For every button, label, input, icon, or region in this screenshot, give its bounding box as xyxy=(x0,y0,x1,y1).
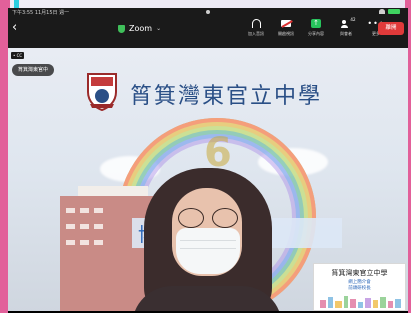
participants-label: 與會者 xyxy=(340,31,352,36)
building-window xyxy=(80,208,89,213)
building-window xyxy=(94,240,103,245)
toolbar-buttons: 加入音訊 開啟視訊 ↑ 分享內容 42 與會者 ••• 更多 xyxy=(244,16,388,37)
participants-button[interactable]: 42 與會者 xyxy=(334,16,358,37)
start-video-label: 開啟視訊 xyxy=(278,31,294,36)
building-window xyxy=(80,224,89,229)
card-school-name: 筲箕灣東官立中學 xyxy=(331,269,388,277)
zoom-window: 下午3:55 11月15日 週一 ‹ Zoom ⌄ 加入音訊 開啟視訊 ↑ 分享… xyxy=(8,8,408,313)
closed-caption-tag[interactable]: • CC xyxy=(11,52,25,59)
school-crest-logo xyxy=(87,73,117,112)
active-speaker-video[interactable]: • CC 筲箕灣東官中 筲箕灣東官立中學 6 博 識 彩 xyxy=(8,48,408,313)
chevron-down-icon: ⌄ xyxy=(156,25,162,32)
status-dot xyxy=(206,10,210,14)
mask-fold xyxy=(180,240,236,241)
status-indicators xyxy=(379,9,400,14)
status-time: 下午3:55 11月15日 週一 xyxy=(12,10,70,16)
title-card-overlay: 筲箕灣東官立中學 網上簡介會 前頭研校長 xyxy=(313,263,406,311)
building-window xyxy=(66,224,75,229)
meeting-title-dropdown[interactable]: Zoom ⌄ xyxy=(118,24,161,33)
shield-icon xyxy=(118,24,125,33)
building-window xyxy=(94,224,103,229)
share-content-label: 分享內容 xyxy=(308,31,324,36)
mask-fold xyxy=(180,248,236,249)
glasses-right-lens xyxy=(212,208,238,228)
building-window xyxy=(94,208,103,213)
face-mask xyxy=(176,228,240,274)
join-audio-button[interactable]: 加入音訊 xyxy=(244,18,268,37)
back-chevron-icon[interactable]: ‹ xyxy=(12,21,26,35)
meeting-title: Zoom xyxy=(129,24,153,33)
headphones-icon xyxy=(251,19,261,28)
wifi-icon xyxy=(379,9,385,14)
participants-icon: 42 xyxy=(340,16,356,28)
leave-button[interactable]: 離開 xyxy=(378,22,404,35)
meeting-toolbar: 下午3:55 11月15日 週一 ‹ Zoom ⌄ 加入音訊 開啟視訊 ↑ 分享… xyxy=(8,8,408,48)
school-name-banner: 筲箕灣東官立中學 xyxy=(130,84,323,109)
building-window xyxy=(66,208,75,213)
building-window xyxy=(66,240,75,245)
share-content-button[interactable]: ↑ 分享內容 xyxy=(304,18,328,37)
glasses-left-lens xyxy=(178,208,204,228)
card-presenter: 前頭研校長 xyxy=(348,286,371,291)
building-window xyxy=(80,240,89,245)
participant-count: 42 xyxy=(350,16,356,22)
speaker-shoulders xyxy=(132,286,282,313)
share-screen-icon: ↑ xyxy=(311,19,321,28)
battery-icon xyxy=(388,9,400,14)
speaker-name-tag: 筲箕灣東官中 xyxy=(12,64,55,76)
city-skyline-art xyxy=(320,296,401,308)
join-audio-label: 加入音訊 xyxy=(248,31,264,36)
start-video-button[interactable]: 開啟視訊 xyxy=(274,18,298,37)
video-off-icon xyxy=(281,20,291,27)
